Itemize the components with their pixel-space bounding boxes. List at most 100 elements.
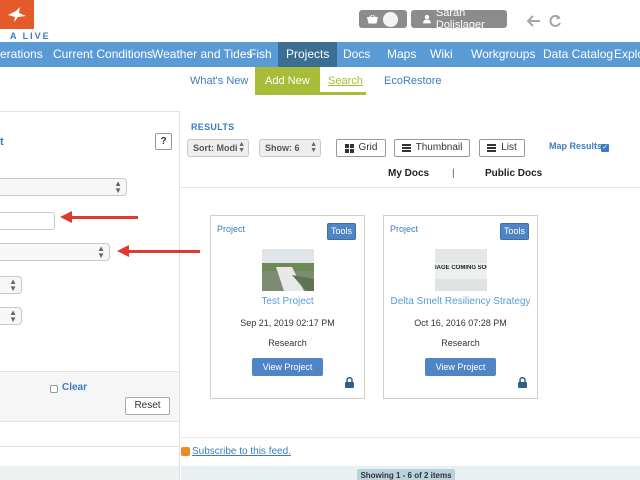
- panel-divider: [0, 111, 179, 112]
- thumbnail-list-icon: [401, 144, 411, 152]
- filter-select-4[interactable]: ▲ ▼: [0, 307, 22, 325]
- nav-item-projects[interactable]: Projects: [278, 42, 338, 67]
- view-project-button[interactable]: View Project: [252, 358, 323, 376]
- annotation-arrow-head-icon: [60, 211, 72, 223]
- project-category: Research: [268, 338, 307, 348]
- map-preview-strip[interactable]: [0, 466, 179, 480]
- subnav-ecorestore[interactable]: EcoRestore: [384, 67, 441, 95]
- results-divider: [181, 187, 640, 188]
- refresh-icon[interactable]: [548, 14, 562, 33]
- updown-chevron-icon: ▲ ▼: [9, 277, 17, 293]
- user-menu-button[interactable]: Sarah Dolislager: [411, 7, 507, 31]
- sort-dropdown-value: Sort: Modi: [193, 143, 238, 153]
- tab-my-docs[interactable]: My Docs: [388, 168, 429, 179]
- project-date: Oct 16, 2016 07:28 PM: [414, 318, 507, 328]
- rss-icon: [181, 447, 190, 456]
- bird-logo-icon: [8, 6, 26, 22]
- panel-title: t: [0, 136, 4, 148]
- toggle-knob: [383, 11, 398, 27]
- user-name: Sarah Dolislager: [435, 7, 485, 31]
- sub-navigation: What's New Add New Search EcoRestore: [180, 67, 640, 95]
- main-navigation: erations Current Conditions Weather and …: [0, 42, 640, 67]
- updown-chevron-icon: ▲ ▼: [114, 179, 122, 195]
- cart-toggle-button[interactable]: [359, 10, 407, 28]
- grid-view-button[interactable]: Grid: [336, 139, 386, 157]
- nav-item-docs[interactable]: Docs: [343, 42, 370, 67]
- nav-item-explore[interactable]: Explor: [614, 42, 640, 67]
- annotation-arrow-head-icon: [117, 245, 129, 257]
- nav-item-workgroups[interactable]: Workgroups: [471, 42, 535, 67]
- active-tab-underline: [318, 92, 366, 95]
- tab-separator: |: [452, 168, 455, 179]
- site-logo[interactable]: [0, 0, 34, 29]
- sort-dropdown[interactable]: Sort: Modi ▲ ▼: [187, 139, 249, 157]
- filter-select-3[interactable]: ▲ ▼: [0, 276, 22, 294]
- updown-chevron-icon: ▲ ▼: [9, 308, 17, 324]
- top-header: A LIVE Sarah Dolislager: [0, 0, 640, 41]
- search-filter-panel: t ? ▲ ▼ ▲ ▼ ▲ ▼ ▲ ▼ Clear Reset: [0, 111, 180, 480]
- subnav-add-new[interactable]: Add New: [255, 67, 320, 95]
- help-button[interactable]: ?: [155, 133, 172, 150]
- panel-divider: [0, 421, 179, 422]
- nav-item-data-catalog[interactable]: Data Catalog: [543, 42, 613, 67]
- nav-item-fish[interactable]: Fish: [249, 42, 272, 67]
- feed-divider: [181, 437, 640, 438]
- grid-icon: [344, 143, 354, 153]
- subscribe-feed-label: Subscribe to this feed.: [192, 446, 291, 457]
- card-tools-button[interactable]: Tools: [327, 223, 356, 240]
- card-tools-button[interactable]: Tools: [500, 223, 529, 240]
- nav-item-wiki[interactable]: Wiki: [430, 42, 453, 67]
- lock-icon: [345, 376, 354, 391]
- nav-item-maps[interactable]: Maps: [387, 42, 416, 67]
- annotation-arrow-line: [70, 216, 138, 219]
- updown-chevron-icon: ▲ ▼: [238, 141, 245, 154]
- updown-chevron-icon: ▲ ▼: [310, 141, 317, 154]
- image-coming-soon-text: IAGE COMING SOC: [435, 265, 487, 271]
- list-view-label: List: [501, 142, 517, 153]
- reset-button[interactable]: Reset: [125, 397, 170, 415]
- show-count-value: Show: 6: [265, 143, 300, 153]
- tab-public-docs[interactable]: Public Docs: [485, 168, 542, 179]
- thumbnail-view-label: Thumbnail: [415, 142, 463, 153]
- logo-wordmark: A LIVE: [10, 31, 51, 41]
- subnav-search[interactable]: Search: [328, 67, 363, 95]
- show-count-dropdown[interactable]: Show: 6 ▲ ▼: [259, 139, 321, 157]
- subnav-whats-new[interactable]: What's New: [190, 67, 248, 95]
- map-results-label[interactable]: Map Results: [549, 141, 602, 151]
- updown-chevron-icon: ▲ ▼: [97, 244, 105, 260]
- project-thumbnail[interactable]: [262, 249, 314, 291]
- clear-label[interactable]: Clear: [62, 382, 87, 393]
- subscribe-feed-link[interactable]: Subscribe to this feed.: [181, 446, 291, 457]
- pager-status: Showing 1 - 6 of 2 items: [357, 469, 455, 480]
- card-type-label: Project: [390, 224, 419, 234]
- basket-icon: [367, 14, 378, 23]
- back-arrow-icon[interactable]: [526, 14, 541, 32]
- panel-divider: [0, 371, 179, 372]
- project-card: Project Tools Test Project Sep 21, 2019 …: [210, 215, 365, 399]
- project-date: Sep 21, 2019 02:17 PM: [240, 318, 335, 328]
- thumbnail-view-button[interactable]: Thumbnail: [394, 139, 470, 157]
- user-icon: [423, 14, 431, 24]
- nav-item-operations[interactable]: erations: [0, 42, 43, 67]
- list-icon: [487, 144, 497, 152]
- annotation-arrow-line: [128, 250, 200, 253]
- project-title-link[interactable]: Delta Smelt Resiliency Strategy: [384, 296, 537, 307]
- project-card: Project Tools IAGE COMING SOC Delta Smel…: [383, 215, 538, 399]
- nav-item-current-conditions[interactable]: Current Conditions: [53, 42, 153, 67]
- filter-select-1[interactable]: ▲ ▼: [0, 178, 127, 196]
- panel-divider: [0, 446, 179, 447]
- clear-checkbox[interactable]: [50, 385, 58, 393]
- nav-item-weather-tides[interactable]: Weather and Tides: [152, 42, 253, 67]
- results-heading: RESULTS: [191, 122, 235, 132]
- grid-view-label: Grid: [358, 142, 378, 153]
- view-project-button[interactable]: View Project: [425, 358, 496, 376]
- filter-select-2[interactable]: ▲ ▼: [0, 243, 110, 261]
- list-view-button[interactable]: List: [479, 139, 525, 157]
- filter-text-input[interactable]: [0, 212, 55, 230]
- project-thumbnail-placeholder[interactable]: IAGE COMING SOC: [435, 249, 487, 291]
- map-results-checkbox[interactable]: ✓: [601, 144, 609, 152]
- lock-icon: [518, 376, 527, 391]
- project-title-link[interactable]: Test Project: [211, 296, 364, 307]
- card-type-label: Project: [217, 224, 246, 234]
- project-category: Research: [441, 338, 480, 348]
